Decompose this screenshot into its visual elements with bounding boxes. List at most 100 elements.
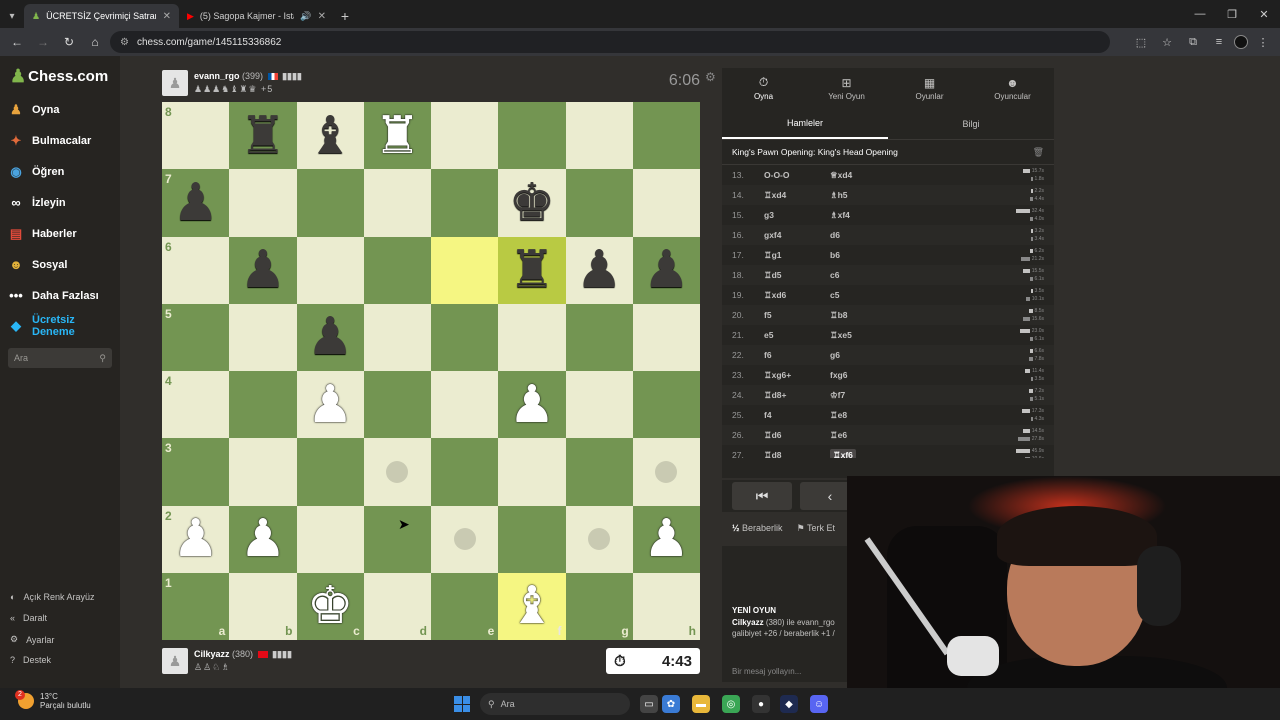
square-a3[interactable]: 3 (162, 438, 230, 506)
square-g3[interactable] (565, 438, 633, 506)
square-c5[interactable]: ♟ (296, 303, 364, 371)
white-move[interactable]: ♖xd6 (764, 290, 830, 301)
square-b6[interactable]: ♟ (229, 236, 297, 304)
square-g8[interactable] (565, 102, 633, 170)
file-explorer-icon[interactable]: ▬ (692, 695, 710, 713)
bookmark-star-icon[interactable]: ☆ (1156, 36, 1178, 49)
square-f2[interactable] (498, 505, 566, 573)
square-d1[interactable]: d (363, 572, 431, 640)
speaker-icon[interactable]: 🔊 (300, 11, 311, 22)
white-move[interactable]: ♖d5 (764, 270, 830, 281)
sidebar-item-puzzles[interactable]: ✦ Bulmacalar (8, 133, 92, 149)
square-c6[interactable] (296, 236, 364, 304)
sidebar-item-watch[interactable]: ∞ İzleyin (8, 195, 65, 210)
square-h2[interactable]: ♟ (632, 505, 700, 573)
install-icon[interactable]: ⬚ (1130, 36, 1152, 49)
square-e6[interactable] (431, 236, 499, 304)
tab-moves[interactable]: Hamleler (722, 108, 888, 139)
black-bishop-icon[interactable]: ♝ (307, 110, 354, 162)
square-f6[interactable]: ♜ (498, 236, 566, 304)
tab-games[interactable]: ▦ Oyunlar (888, 68, 971, 108)
maximize-icon[interactable]: ❐ (1216, 8, 1248, 21)
white-move[interactable]: g3 (764, 210, 830, 220)
close-window-icon[interactable]: ✕ (1248, 8, 1280, 21)
white-move[interactable]: O-O-O (764, 170, 830, 180)
task-view-icon[interactable]: ▭ (640, 695, 658, 713)
white-pawn-icon[interactable]: ♟ (643, 513, 690, 565)
site-info-icon[interactable]: ⚙ (120, 37, 129, 48)
black-move[interactable]: c5 (830, 290, 930, 300)
black-pawn-icon[interactable]: ♟ (307, 311, 354, 363)
black-pawn-icon[interactable]: ♟ (576, 244, 623, 296)
resign-button[interactable]: ⚑ Terk Et (797, 523, 835, 534)
square-a6[interactable]: 6 (162, 236, 230, 304)
app-icon[interactable]: ● (752, 695, 770, 713)
black-rook-icon[interactable]: ♜ (240, 110, 287, 162)
tab-players[interactable]: ☻ Oyuncular (971, 68, 1054, 108)
avatar[interactable]: ♟ (162, 70, 188, 96)
white-move[interactable]: ♖g1 (764, 250, 830, 261)
extensions-icon[interactable]: ⧉ (1182, 36, 1204, 49)
square-a2[interactable]: 2 ♟ (162, 505, 230, 573)
bottom-player-name[interactable]: Cilkyazz (380) ▮▮▮▮ (194, 649, 292, 660)
white-move[interactable]: ♖d6 (764, 430, 830, 441)
square-a4[interactable]: 4 (162, 371, 230, 439)
black-pawn-icon[interactable]: ♟ (172, 177, 219, 229)
black-move[interactable]: g6 (830, 350, 930, 360)
square-f8[interactable] (498, 102, 566, 170)
move-hint-dot[interactable] (386, 460, 409, 483)
black-move[interactable]: ♕xd4 (830, 170, 930, 181)
square-h8[interactable] (632, 102, 700, 170)
square-b3[interactable] (229, 438, 297, 506)
square-e8[interactable] (431, 102, 499, 170)
windows-start-icon[interactable] (454, 696, 470, 712)
white-move[interactable]: ♖d8+ (764, 390, 830, 401)
white-move[interactable]: ♖d8 (764, 450, 830, 459)
black-move[interactable]: ♖e6 (830, 430, 930, 441)
white-move[interactable]: ♖xd4 (764, 190, 830, 201)
move-hint-dot[interactable] (655, 460, 678, 483)
chat-input[interactable]: Bir mesaj yollayın... (732, 667, 801, 676)
black-move[interactable]: ♖xe5 (830, 330, 930, 341)
chrome-icon[interactable]: ◎ (722, 695, 740, 713)
sidebar-item-news[interactable]: ▤ Haberler (8, 226, 77, 242)
chess-board[interactable]: 8 ♜ ♝ ♜ 7 ♟ ♚ 6 ♟ ♜ ♟ ♟ 5 ♟ 4 ♟ ♟ 3 2 ♟ ♟ ♟ 1 a b c ♚ d e f ♝ g h (162, 102, 700, 640)
white-move[interactable]: f6 (764, 350, 830, 360)
sidebar-item-more[interactable]: ••• Daha Fazlası (8, 288, 98, 303)
square-b4[interactable] (229, 371, 297, 439)
white-move[interactable]: gxf4 (764, 230, 830, 240)
black-move[interactable]: fxg6 (830, 370, 930, 380)
weather-widget[interactable]: 2 13°C Parçalı bulutlu (15, 690, 91, 710)
browser-tab-chess[interactable]: ♟ ÜCRETSİZ Çevrimiçi Satranç Oy ✕ (24, 4, 179, 28)
chess-logo[interactable]: ♟ Chess.com (10, 66, 108, 87)
reload-icon[interactable]: ↻ (58, 31, 80, 53)
black-pawn-icon[interactable]: ♟ (643, 244, 690, 296)
square-h1[interactable]: h (632, 572, 700, 640)
square-c7[interactable] (296, 169, 364, 237)
square-f1[interactable]: f ♝ (498, 572, 566, 640)
black-move[interactable]: ♗xf4 (830, 210, 930, 221)
black-move[interactable]: d6 (830, 230, 930, 240)
close-tab-icon[interactable]: ✕ (318, 11, 326, 22)
tab-play[interactable]: ⏱ Oyna (722, 68, 805, 108)
square-d5[interactable] (363, 303, 431, 371)
sidebar-light-theme[interactable]: ◐ Açık Renk Arayüz (10, 592, 94, 602)
white-bishop-icon[interactable]: ♝ (509, 580, 556, 632)
square-f4[interactable]: ♟ (498, 371, 566, 439)
square-d6[interactable] (363, 236, 431, 304)
white-king-icon[interactable]: ♚ (307, 580, 354, 632)
square-a1[interactable]: 1a (162, 572, 230, 640)
black-pawn-icon[interactable]: ♟ (240, 244, 287, 296)
draw-button[interactable]: ½ Beraberlik (732, 523, 783, 533)
square-b1[interactable]: b (229, 572, 297, 640)
square-c3[interactable] (296, 438, 364, 506)
home-icon[interactable]: ⌂ (84, 31, 106, 53)
square-b7[interactable] (229, 169, 297, 237)
square-c8[interactable]: ♝ (296, 102, 364, 170)
menu-icon[interactable]: ⋮ (1252, 36, 1274, 49)
square-c1[interactable]: c ♚ (296, 572, 364, 640)
black-king-icon[interactable]: ♚ (509, 177, 556, 229)
black-move[interactable]: ♔f7 (830, 390, 930, 401)
white-move[interactable]: ♖xg6+ (764, 370, 830, 381)
back-icon[interactable]: ← (6, 31, 28, 53)
